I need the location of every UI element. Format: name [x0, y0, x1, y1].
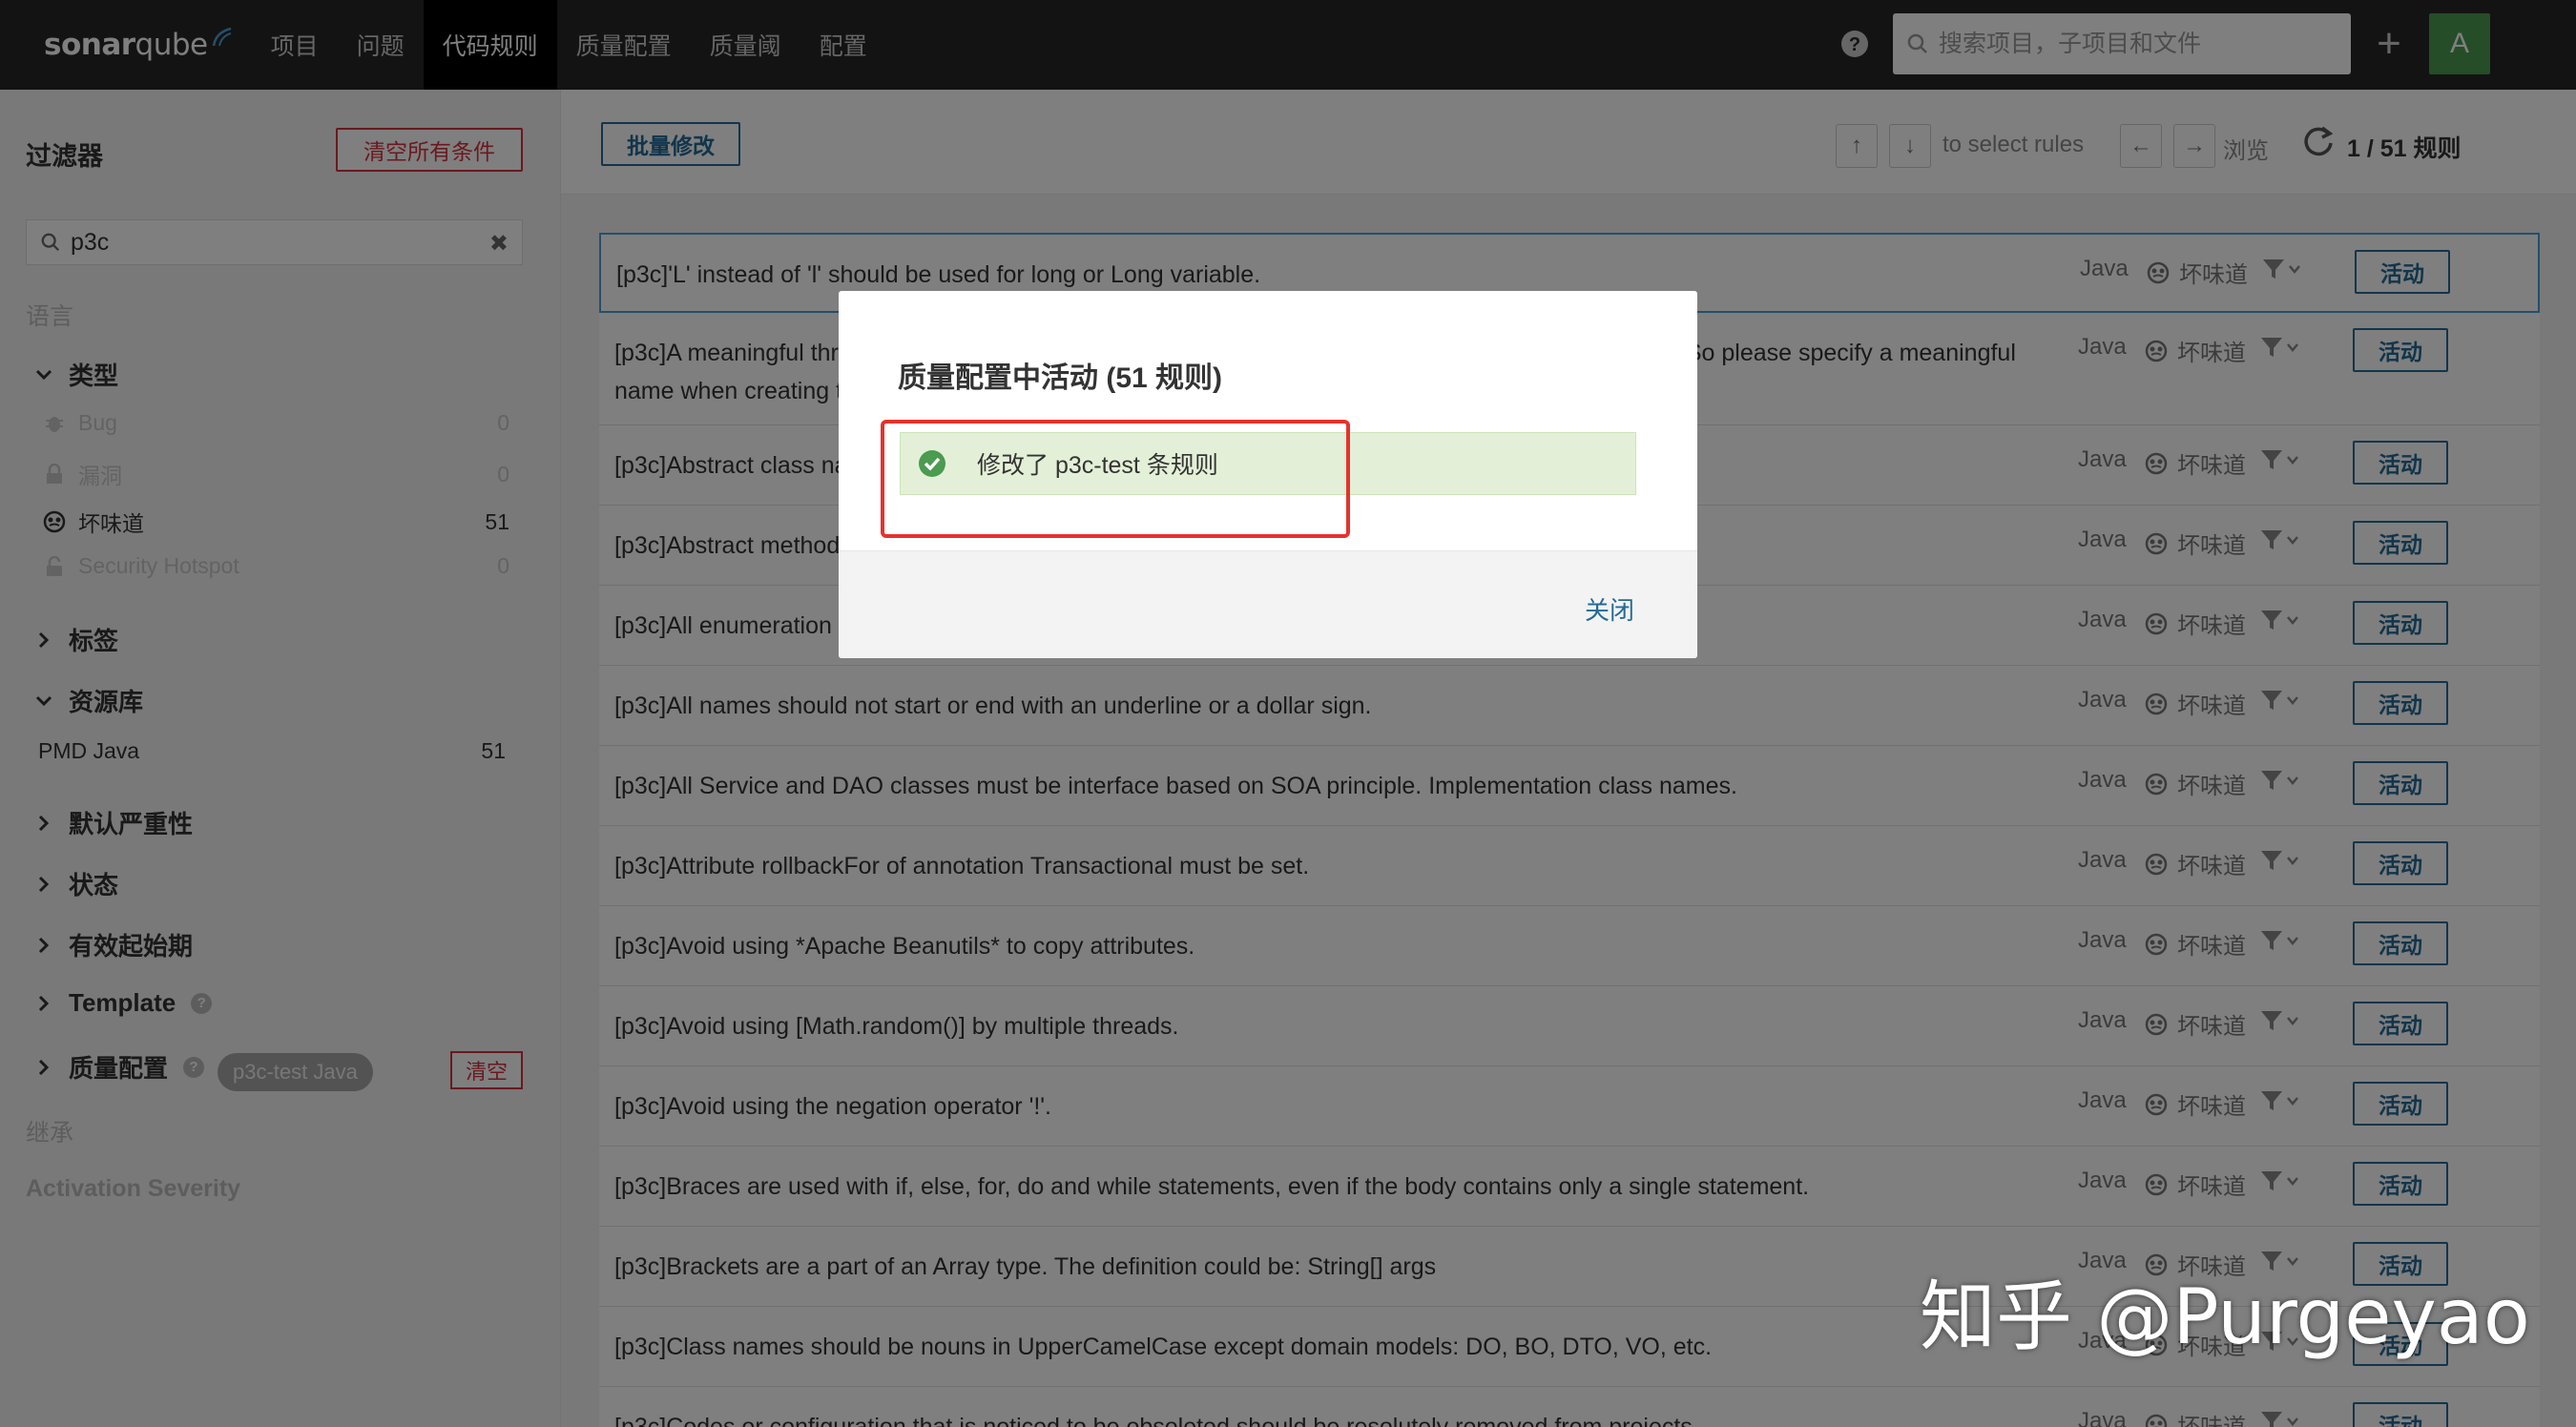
activation-result-dialog: 质量配置中活动 (51 规则) 修改了 p3c-test 条规则 关闭 — [839, 291, 1697, 658]
modal-overlay[interactable]: 质量配置中活动 (51 规则) 修改了 p3c-test 条规则 关闭 — [0, 0, 2576, 1427]
dialog-title: 质量配置中活动 (51 规则) — [898, 362, 1223, 394]
annotation-highlight-box — [881, 420, 1350, 538]
dialog-footer: 关闭 — [839, 550, 1697, 658]
watermark: 知乎 @Purgeyao — [1920, 1272, 2530, 1361]
close-button[interactable]: 关闭 — [1585, 591, 1634, 627]
